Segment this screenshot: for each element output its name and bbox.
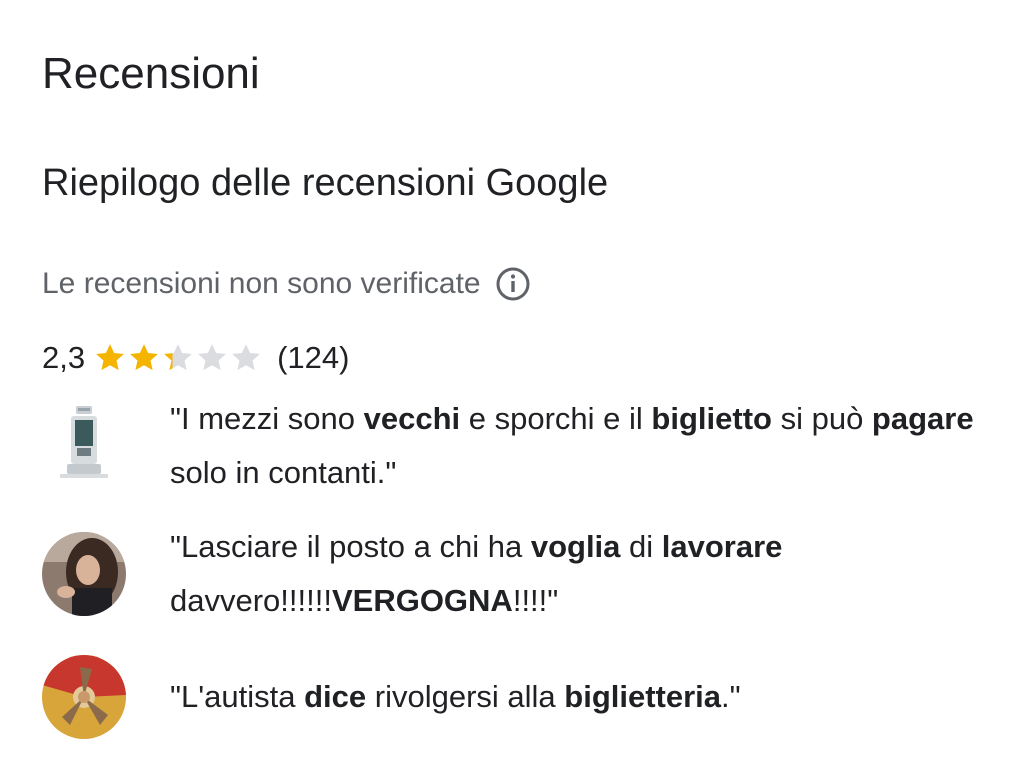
star-empty-icon xyxy=(232,344,260,371)
trinacria-avatar xyxy=(42,655,126,739)
review-highlight: pagare xyxy=(871,401,974,436)
star-full-icon xyxy=(96,344,124,371)
reviews-summary-title: Riepilogo delle recensioni Google xyxy=(42,162,609,204)
review-highlight: VERGOGNA xyxy=(331,583,513,618)
review-snippet[interactable]: "Lasciare il posto a chi ha voglia di la… xyxy=(42,520,1002,628)
page-title: Recensioni xyxy=(42,49,260,98)
review-text: "I mezzi sono vecchi e sporchi e il bigl… xyxy=(170,401,974,490)
review-highlight: biglietteria xyxy=(564,679,722,714)
review-highlight: dice xyxy=(304,679,367,714)
review-snippet[interactable]: "I mezzi sono vecchi e sporchi e il bigl… xyxy=(42,392,1002,500)
review-count[interactable]: (124) xyxy=(277,340,349,376)
unverified-notice-text: Le recensioni non sono verificate xyxy=(42,267,481,300)
review-highlight: biglietto xyxy=(651,401,772,436)
rating-stars xyxy=(93,341,263,375)
review-highlight: lavorare xyxy=(661,529,783,564)
info-icon[interactable] xyxy=(495,266,531,302)
rating-value: 2,3 xyxy=(42,340,86,375)
user-avatar-photo xyxy=(42,532,126,616)
star-empty-icon xyxy=(198,344,226,371)
review-snippet[interactable]: "L'autista dice rivolgersi alla bigliett… xyxy=(42,655,1002,739)
ticket-machine-photo xyxy=(42,404,126,488)
rating-summary: 2,3 (124) xyxy=(42,336,349,380)
star-half-icon xyxy=(164,344,192,371)
review-highlight: voglia xyxy=(530,529,621,564)
review-text: "Lasciare il posto a chi ha voglia di la… xyxy=(170,529,783,618)
star-full-icon xyxy=(130,344,158,371)
review-highlight: vecchi xyxy=(363,401,461,436)
review-text: "L'autista dice rivolgersi alla bigliett… xyxy=(170,679,741,714)
unverified-notice: Le recensioni non sono verificate xyxy=(42,262,531,306)
